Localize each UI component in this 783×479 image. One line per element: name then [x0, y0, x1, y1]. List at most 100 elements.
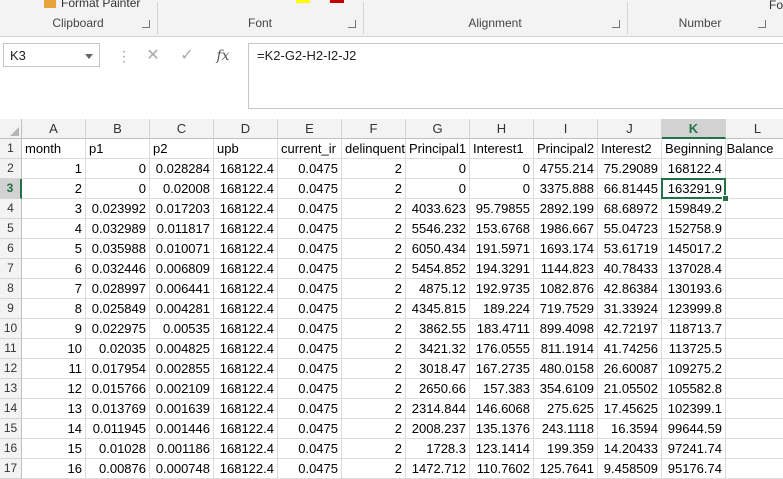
- cell-i9[interactable]: 719.7529: [534, 299, 598, 319]
- cell-k13[interactable]: 105582.8: [662, 379, 726, 399]
- cell-k14[interactable]: 102399.1: [662, 399, 726, 419]
- cell-h1[interactable]: Interest1: [470, 139, 534, 159]
- cell-i4[interactable]: 2892.199: [534, 199, 598, 219]
- row-header-11[interactable]: 11: [0, 339, 22, 359]
- cell-i15[interactable]: 243.1118: [534, 419, 598, 439]
- cell-a12[interactable]: 11: [22, 359, 86, 379]
- cell-a17[interactable]: 16: [22, 459, 86, 479]
- cell-a9[interactable]: 8: [22, 299, 86, 319]
- cell-c9[interactable]: 0.004281: [150, 299, 214, 319]
- column-header-e[interactable]: E: [278, 119, 342, 139]
- cell-e14[interactable]: 0.0475: [278, 399, 342, 419]
- insert-function-button[interactable]: fx: [208, 43, 238, 69]
- row-header-8[interactable]: 8: [0, 279, 22, 299]
- cell-j5[interactable]: 55.04723: [598, 219, 662, 239]
- cell-l4[interactable]: [726, 199, 783, 219]
- cell-e17[interactable]: 0.0475: [278, 459, 342, 479]
- cell-d14[interactable]: 168122.4: [214, 399, 278, 419]
- cell-d11[interactable]: 168122.4: [214, 339, 278, 359]
- cell-i17[interactable]: 125.7641: [534, 459, 598, 479]
- cell-f15[interactable]: 2: [342, 419, 406, 439]
- drag-handle-icon[interactable]: ⋮: [117, 48, 131, 65]
- cell-a7[interactable]: 6: [22, 259, 86, 279]
- cell-h3[interactable]: 0: [470, 179, 534, 199]
- cell-b1[interactable]: p1: [86, 139, 150, 159]
- row-header-2[interactable]: 2: [0, 159, 22, 179]
- cell-e9[interactable]: 0.0475: [278, 299, 342, 319]
- cell-b12[interactable]: 0.017954: [86, 359, 150, 379]
- cell-b6[interactable]: 0.035988: [86, 239, 150, 259]
- cell-j16[interactable]: 14.20433: [598, 439, 662, 459]
- cell-k10[interactable]: 118713.7: [662, 319, 726, 339]
- cell-c7[interactable]: 0.006809: [150, 259, 214, 279]
- cell-h7[interactable]: 194.3291: [470, 259, 534, 279]
- cell-d2[interactable]: 168122.4: [214, 159, 278, 179]
- formula-input[interactable]: =K2-G2-H2-I2-J2: [248, 43, 783, 109]
- cell-a11[interactable]: 10: [22, 339, 86, 359]
- row-header-7[interactable]: 7: [0, 259, 22, 279]
- cell-l1[interactable]: [726, 139, 783, 159]
- cell-i10[interactable]: 899.4098: [534, 319, 598, 339]
- cell-l17[interactable]: [726, 459, 783, 479]
- cell-h13[interactable]: 157.383: [470, 379, 534, 399]
- cell-c6[interactable]: 0.010071: [150, 239, 214, 259]
- cell-g3[interactable]: 0: [406, 179, 470, 199]
- cancel-icon[interactable]: ✕: [138, 43, 168, 69]
- cell-l8[interactable]: [726, 279, 783, 299]
- cell-c2[interactable]: 0.028284: [150, 159, 214, 179]
- cell-c10[interactable]: 0.00535: [150, 319, 214, 339]
- cell-d12[interactable]: 168122.4: [214, 359, 278, 379]
- cell-i1[interactable]: Principal2: [534, 139, 598, 159]
- cell-j1[interactable]: Interest2: [598, 139, 662, 159]
- row-header-16[interactable]: 16: [0, 439, 22, 459]
- cell-i5[interactable]: 1986.667: [534, 219, 598, 239]
- cell-d17[interactable]: 168122.4: [214, 459, 278, 479]
- cell-f3[interactable]: 2: [342, 179, 406, 199]
- cell-h2[interactable]: 0: [470, 159, 534, 179]
- cell-l15[interactable]: [726, 419, 783, 439]
- cell-j17[interactable]: 9.458509: [598, 459, 662, 479]
- cell-a13[interactable]: 12: [22, 379, 86, 399]
- cell-k4[interactable]: 159849.2: [662, 199, 726, 219]
- cell-i11[interactable]: 811.1914: [534, 339, 598, 359]
- cell-g1[interactable]: Principal1: [406, 139, 470, 159]
- cell-a2[interactable]: 1: [22, 159, 86, 179]
- cell-e10[interactable]: 0.0475: [278, 319, 342, 339]
- cell-j4[interactable]: 68.68972: [598, 199, 662, 219]
- cell-b5[interactable]: 0.032989: [86, 219, 150, 239]
- cell-j7[interactable]: 40.78433: [598, 259, 662, 279]
- cell-c16[interactable]: 0.001186: [150, 439, 214, 459]
- cell-f5[interactable]: 2: [342, 219, 406, 239]
- row-header-17[interactable]: 17: [0, 459, 22, 479]
- cell-f12[interactable]: 2: [342, 359, 406, 379]
- number-launcher-icon[interactable]: [758, 20, 766, 28]
- cell-g2[interactable]: 0: [406, 159, 470, 179]
- cell-b14[interactable]: 0.013769: [86, 399, 150, 419]
- cell-f4[interactable]: 2: [342, 199, 406, 219]
- cell-j13[interactable]: 21.05502: [598, 379, 662, 399]
- cell-a16[interactable]: 15: [22, 439, 86, 459]
- cell-d3[interactable]: 168122.4: [214, 179, 278, 199]
- cell-e2[interactable]: 0.0475: [278, 159, 342, 179]
- row-header-10[interactable]: 10: [0, 319, 22, 339]
- cell-d8[interactable]: 168122.4: [214, 279, 278, 299]
- cell-l3[interactable]: [726, 179, 783, 199]
- cell-j15[interactable]: 16.3594: [598, 419, 662, 439]
- cell-i12[interactable]: 480.0158: [534, 359, 598, 379]
- cell-h11[interactable]: 176.0555: [470, 339, 534, 359]
- column-header-c[interactable]: C: [150, 119, 214, 139]
- cell-c8[interactable]: 0.006441: [150, 279, 214, 299]
- cell-g5[interactable]: 5546.232: [406, 219, 470, 239]
- cell-h14[interactable]: 146.6068: [470, 399, 534, 419]
- column-header-a[interactable]: A: [22, 119, 86, 139]
- column-header-l[interactable]: L: [726, 119, 783, 139]
- cell-h4[interactable]: 95.79855: [470, 199, 534, 219]
- cell-c15[interactable]: 0.001446: [150, 419, 214, 439]
- cell-j10[interactable]: 42.72197: [598, 319, 662, 339]
- cell-c5[interactable]: 0.011817: [150, 219, 214, 239]
- cell-f16[interactable]: 2: [342, 439, 406, 459]
- cell-d9[interactable]: 168122.4: [214, 299, 278, 319]
- cell-k5[interactable]: 152758.9: [662, 219, 726, 239]
- cell-c4[interactable]: 0.017203: [150, 199, 214, 219]
- column-header-j[interactable]: J: [598, 119, 662, 139]
